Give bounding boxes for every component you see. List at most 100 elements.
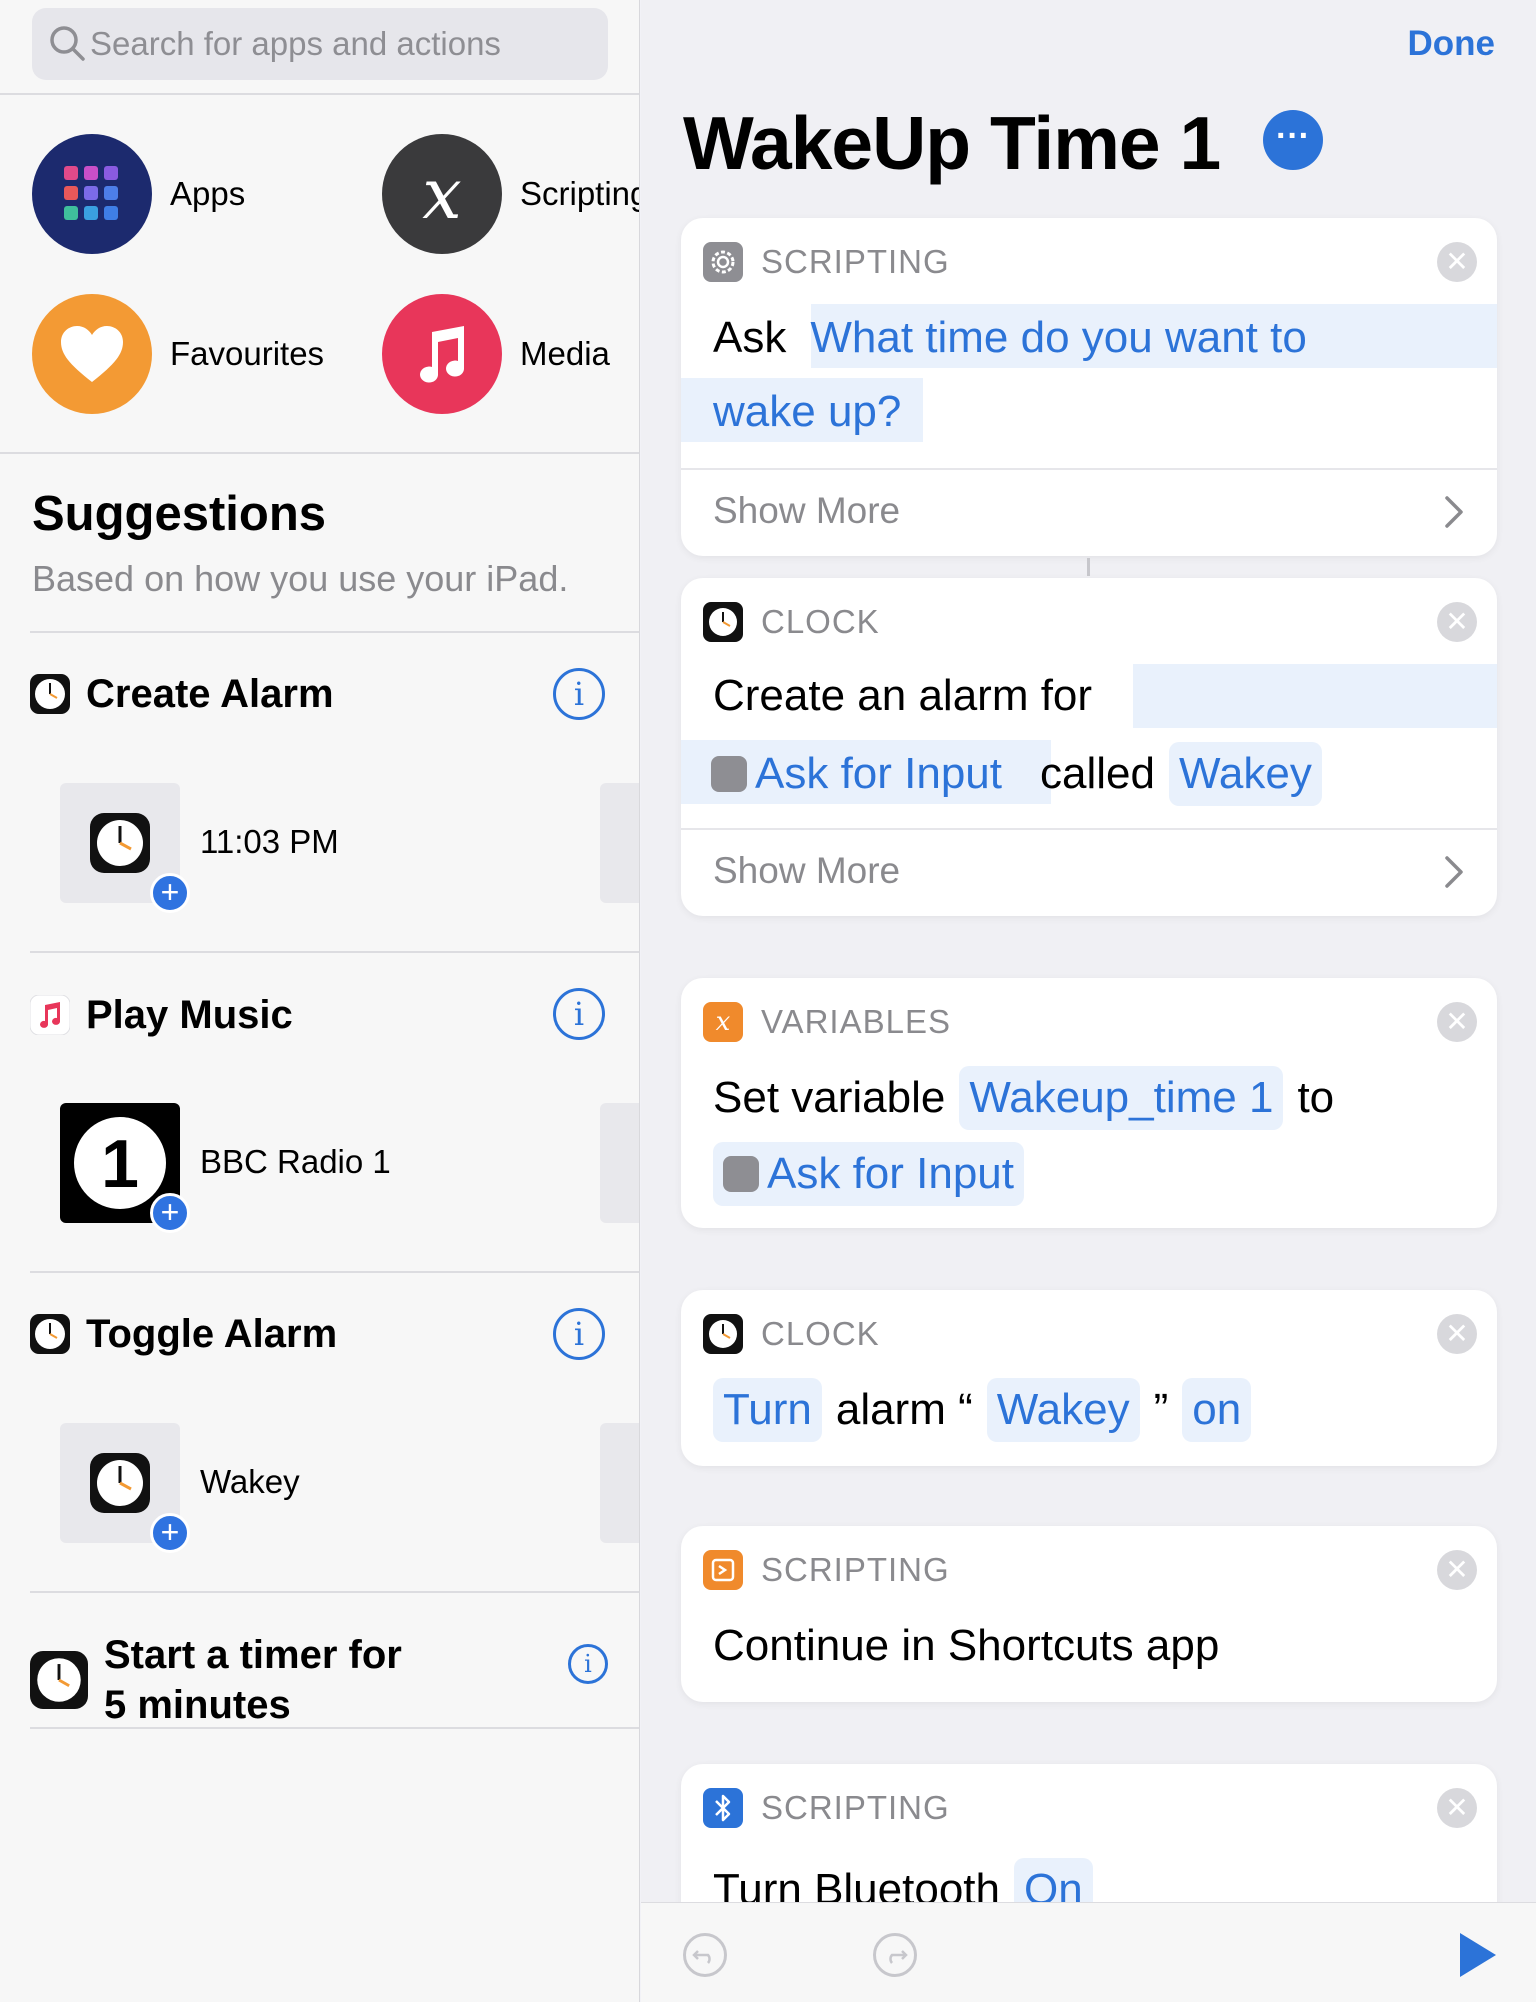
section-title: Toggle Alarm	[86, 1312, 338, 1356]
shortcut-editor: Done WakeUp Time 1 ··· SCRIPTING ✕ Ask W…	[641, 0, 1536, 2002]
apps-grid-icon	[32, 134, 152, 254]
action-card-toggle-alarm[interactable]: CLOCK ✕ Turn alarm “ Wakey ” on	[681, 1290, 1497, 1466]
section-title: Play Music	[86, 993, 293, 1037]
clock-icon	[90, 1453, 150, 1513]
music-note-icon	[382, 294, 502, 414]
remove-action-icon[interactable]: ✕	[1437, 1788, 1477, 1828]
suggestion-tile-partial[interactable]	[600, 1423, 639, 1543]
turn-token[interactable]: Turn	[713, 1378, 822, 1442]
category-favourites[interactable]: Favourites	[32, 294, 324, 414]
clock-icon	[30, 1651, 88, 1709]
section-title: Create Alarm	[86, 672, 334, 716]
remove-action-icon[interactable]: ✕	[1437, 242, 1477, 282]
variable-name-token[interactable]: Wakeup_time 1	[959, 1066, 1284, 1130]
remove-action-icon[interactable]: ✕	[1437, 1550, 1477, 1590]
category-name: SCRIPTING	[761, 1789, 950, 1826]
show-more-label: Show More	[713, 850, 901, 891]
open-app-icon	[703, 1550, 743, 1590]
suggestion-section-create-alarm: Create Alarm	[30, 669, 334, 719]
show-more-label: Show More	[713, 490, 901, 531]
info-button[interactable]: i	[553, 988, 605, 1040]
search-field[interactable]: Search for apps and actions	[32, 8, 608, 80]
info-button[interactable]: i	[568, 1644, 608, 1684]
editor-toolbar	[641, 1902, 1536, 2002]
suggestion-tile-partial[interactable]	[600, 1103, 639, 1223]
action-card-continue[interactable]: SCRIPTING ✕ Continue in Shortcuts app	[681, 1526, 1497, 1702]
category-label: Favourites	[170, 335, 325, 372]
more-options-icon[interactable]: ···	[1263, 110, 1323, 170]
chevron-right-icon	[1445, 856, 1463, 888]
category-label: Scripting	[520, 175, 640, 212]
action-text: Set variable	[713, 1073, 946, 1122]
add-icon[interactable]: +	[150, 1193, 190, 1233]
gear-icon	[723, 1156, 759, 1192]
remove-action-icon[interactable]: ✕	[1437, 602, 1477, 642]
clock-icon	[703, 602, 743, 642]
action-text: Continue in Shortcuts app	[713, 1621, 1220, 1670]
category-scripting[interactable]: x Scripting	[382, 134, 640, 254]
category-apps[interactable]: Apps	[32, 134, 245, 254]
suggestions-title: Suggestions	[32, 487, 327, 541]
actions-sidebar: Search for apps and actions Apps x Scrip…	[0, 0, 640, 2002]
state-token[interactable]: on	[1182, 1378, 1252, 1442]
clock-icon	[30, 1314, 70, 1354]
add-icon[interactable]: +	[150, 1513, 190, 1553]
action-text: to	[1297, 1073, 1335, 1122]
category-name: SCRIPTING	[761, 243, 950, 280]
alarm-name-token[interactable]: Wakey	[1168, 742, 1322, 806]
token-band	[1133, 664, 1497, 728]
card-category: SCRIPTING	[703, 1550, 950, 1590]
suggestion-item-label: BBC Radio 1	[200, 1143, 391, 1180]
ask-for-input-token[interactable]: Ask for Input	[711, 742, 1012, 806]
shortcut-title[interactable]: WakeUp Time 1	[683, 100, 1221, 186]
search-icon	[50, 26, 85, 61]
show-more-row[interactable]: Show More	[681, 468, 1497, 556]
info-button[interactable]: i	[553, 1308, 605, 1360]
ask-for-input-token[interactable]: Ask for Input	[713, 1142, 1025, 1206]
card-category: x VARIABLES	[703, 1002, 951, 1042]
redo-icon[interactable]	[873, 1933, 917, 1977]
card-category: SCRIPTING	[703, 1788, 950, 1828]
section-title-line1: Start a timer for	[104, 1633, 402, 1677]
heart-icon	[32, 294, 152, 414]
alarm-name-token[interactable]: Wakey	[986, 1378, 1140, 1442]
divider	[30, 1727, 639, 1729]
add-icon[interactable]: +	[150, 873, 190, 913]
suggestion-section-start-timer[interactable]: Start a timer for 5 minutes	[30, 1630, 402, 1730]
prompt-token[interactable]: What time do you want to	[800, 306, 1316, 370]
category-label: Apps	[170, 175, 246, 212]
category-media[interactable]: Media	[382, 294, 610, 414]
divider	[30, 631, 639, 633]
done-button[interactable]: Done	[1408, 24, 1496, 64]
suggestion-tile[interactable]: +	[60, 1423, 190, 1553]
action-text: Create an alarm for	[713, 671, 1093, 720]
remove-action-icon[interactable]: ✕	[1437, 1002, 1477, 1042]
divider	[0, 93, 639, 95]
prompt-token-cont[interactable]: wake up?	[703, 380, 911, 444]
play-icon[interactable]	[1460, 1933, 1496, 1977]
action-card-create-alarm[interactable]: CLOCK ✕ Create an alarm for Ask for Inpu…	[681, 578, 1497, 916]
remove-action-icon[interactable]: ✕	[1437, 1314, 1477, 1354]
divider	[0, 452, 639, 454]
show-more-row[interactable]: Show More	[681, 828, 1497, 916]
card-category: CLOCK	[703, 1314, 880, 1354]
suggestion-tile-partial[interactable]	[600, 783, 639, 903]
gear-icon	[703, 242, 743, 282]
suggestion-tile[interactable]: 1 +	[60, 1103, 190, 1233]
category-name: CLOCK	[761, 1315, 880, 1352]
undo-icon[interactable]	[683, 1933, 727, 1977]
gear-icon	[711, 756, 747, 792]
action-text: called	[1040, 749, 1155, 798]
action-card-set-variable[interactable]: x VARIABLES ✕ Set variable Wakeup_time 1…	[681, 978, 1497, 1228]
clock-icon	[90, 813, 150, 873]
suggestions-subtitle: Based on how you use your iPad.	[32, 558, 569, 599]
search-placeholder: Search for apps and actions	[90, 25, 501, 62]
info-button[interactable]: i	[553, 668, 605, 720]
suggestion-tile[interactable]: +	[60, 783, 190, 913]
token-label: Ask for Input	[767, 1149, 1015, 1198]
music-icon	[30, 995, 70, 1035]
variable-x-icon: x	[703, 1002, 743, 1042]
action-card-ask[interactable]: SCRIPTING ✕ Ask What time do you want to…	[681, 218, 1497, 556]
suggestion-item-label: 11:03 PM	[200, 823, 339, 860]
section-title-line2: 5 minutes	[104, 1683, 291, 1727]
